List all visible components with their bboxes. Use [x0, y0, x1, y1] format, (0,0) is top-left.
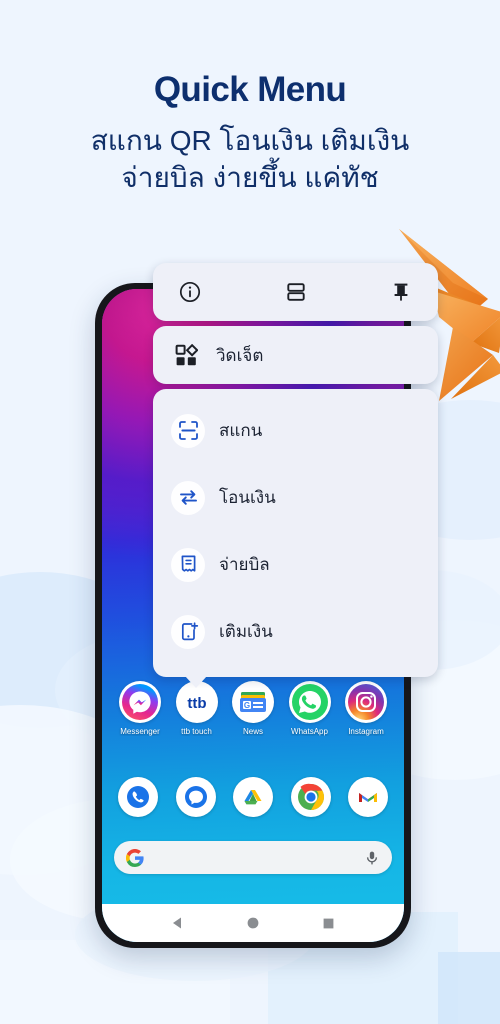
subtitle-line-1: สแกน QR โอนเงิน เติมเงิน	[90, 124, 410, 156]
popup-widget-row[interactable]: วิดเจ็ต	[153, 326, 438, 384]
news-icon: G	[232, 681, 274, 723]
google-search-bar[interactable]	[114, 841, 392, 874]
pin-icon[interactable]	[390, 281, 412, 303]
scan-qr-icon	[171, 413, 205, 448]
app-drive[interactable]	[233, 777, 273, 817]
messenger-icon	[119, 681, 161, 723]
app-label: News	[242, 727, 263, 736]
recents-button[interactable]	[322, 917, 335, 930]
app-messenger[interactable]: Messenger	[114, 681, 166, 736]
app-news[interactable]: G News	[227, 681, 279, 736]
back-button[interactable]	[171, 916, 185, 930]
app-chrome[interactable]	[290, 777, 331, 817]
home-dock-row	[102, 777, 404, 817]
widget-label: วิดเจ็ต	[216, 345, 264, 365]
bill-icon	[171, 547, 205, 582]
app-label: ttb touch	[181, 727, 212, 736]
app-label: Messenger	[120, 727, 160, 736]
menu-item-label: โอนเงิน	[219, 488, 276, 507]
popup-menu-list: สแกน โอนเงิน จ่ายบิล เติมเงิน	[153, 389, 438, 688]
topup-icon	[171, 614, 205, 649]
page-header: Quick Menu สแกน QR โอนเงิน เติมเงิน จ่าย…	[0, 0, 500, 197]
whatsapp-icon	[288, 681, 331, 723]
page-subtitle: สแกน QR โอนเงิน เติมเงิน จ่ายบิล ง่ายขึ้…	[0, 123, 500, 197]
popup-toolbar	[153, 263, 438, 321]
info-icon[interactable]	[179, 281, 201, 303]
menu-item-paybill[interactable]: จ่ายบิล	[153, 531, 438, 598]
menu-item-topup[interactable]: เติมเงิน	[153, 598, 438, 665]
home-app-row: Messenger ttb ttb touch G News WhatsApp …	[102, 681, 404, 736]
app-instagram[interactable]: Instagram	[340, 681, 392, 736]
widgets-icon	[175, 343, 198, 365]
android-navbar	[102, 904, 404, 942]
app-gmail[interactable]	[348, 777, 388, 817]
menu-item-label: สแกน	[219, 421, 263, 440]
app-label: WhatsApp	[291, 727, 328, 736]
subtitle-line-2: จ่ายบิล ง่ายขึ้น แค่ทัช	[121, 161, 379, 193]
split-screen-icon[interactable]	[285, 281, 307, 303]
menu-item-label: จ่ายบิล	[219, 555, 270, 574]
menu-item-label: เติมเงิน	[219, 622, 273, 641]
svg-text:G: G	[244, 701, 250, 710]
app-ttb-touch[interactable]: ttb ttb touch	[171, 681, 223, 736]
app-messages[interactable]	[175, 777, 216, 817]
quick-menu-popup: วิดเจ็ต สแกน โอนเงิน จ่ายบิล เติมเงิน	[153, 263, 438, 688]
menu-item-transfer[interactable]: โอนเงิน	[153, 464, 438, 531]
app-whatsapp[interactable]: WhatsApp	[284, 681, 336, 736]
app-phone[interactable]	[118, 777, 158, 817]
app-label: Instagram	[348, 727, 384, 736]
google-g-icon	[126, 848, 144, 867]
instagram-icon	[345, 681, 387, 723]
transfer-icon	[171, 480, 205, 515]
menu-item-scan[interactable]: สแกน	[153, 397, 438, 464]
microphone-icon[interactable]	[364, 850, 380, 866]
home-button[interactable]	[246, 916, 260, 930]
svg-text:ttb: ttb	[187, 695, 206, 712]
popup-pointer-tail	[185, 676, 207, 688]
page-title: Quick Menu	[153, 70, 347, 109]
